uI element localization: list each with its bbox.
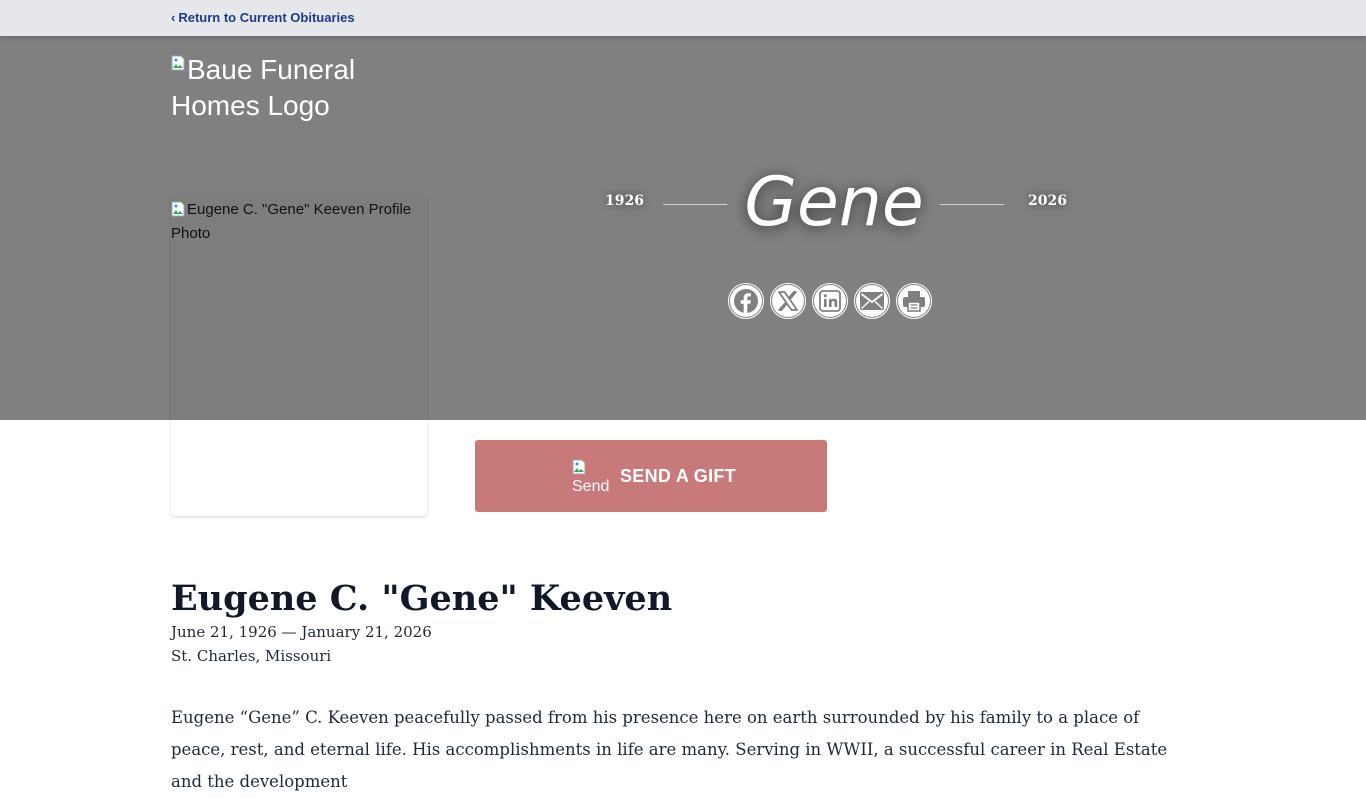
share-facebook-button[interactable] — [728, 283, 764, 319]
facebook-icon — [734, 289, 758, 313]
obituary-full-name: Eugene C. "Gene" Keeven — [171, 578, 673, 619]
broken-image-icon — [572, 459, 586, 475]
logo-alt-text: Baue Funeral Homes Logo — [171, 54, 356, 121]
share-x-button[interactable] — [770, 283, 806, 319]
return-link-label: Return to Current Obituaries — [178, 10, 355, 25]
profile-alt-text: Eugene C. "Gene" Keeven Profile Photo — [171, 201, 412, 242]
send-gift-label: SEND A GIFT — [620, 466, 736, 486]
send-gift-button[interactable]: Send SEND A GIFT — [475, 440, 827, 512]
obituary-dates: June 21, 1926 — January 21, 2026 — [171, 623, 432, 641]
hero-display-name: Gene — [744, 163, 924, 242]
divider-line-left — [663, 204, 727, 205]
return-to-obituaries-link[interactable]: ‹ Return to Current Obituaries — [171, 10, 355, 25]
email-icon — [860, 292, 884, 310]
profile-photo-alt: Eugene C. "Gene" Keeven Profile Photo — [171, 198, 427, 246]
obituary-text: Eugene “Gene” C. Keeven peacefully passe… — [171, 708, 1168, 791]
broken-image-icon — [171, 201, 185, 217]
send-gift-image: Send — [572, 457, 612, 497]
profile-card-lower — [171, 420, 427, 516]
x-icon — [778, 291, 798, 311]
birth-year: 1926 — [605, 193, 644, 209]
print-icon — [903, 291, 925, 312]
share-email-button[interactable] — [854, 283, 890, 319]
share-print-button[interactable] — [896, 283, 932, 319]
share-linkedin-button[interactable] — [812, 283, 848, 319]
death-year: 2026 — [1028, 193, 1067, 209]
top-bar: ‹ Return to Current Obituaries — [0, 0, 1366, 36]
share-buttons — [728, 283, 932, 319]
obituary-location: St. Charles, Missouri — [171, 647, 332, 665]
chevron-left-icon: ‹ — [171, 10, 176, 25]
divider-line-right — [940, 204, 1004, 205]
profile-photo: Eugene C. "Gene" Keeven Profile Photo — [171, 196, 427, 516]
send-gift-image-alt: Send — [572, 478, 610, 495]
funeral-home-logo[interactable]: Baue Funeral Homes Logo — [171, 52, 401, 124]
broken-image-icon — [171, 55, 185, 71]
linkedin-icon — [819, 290, 841, 312]
